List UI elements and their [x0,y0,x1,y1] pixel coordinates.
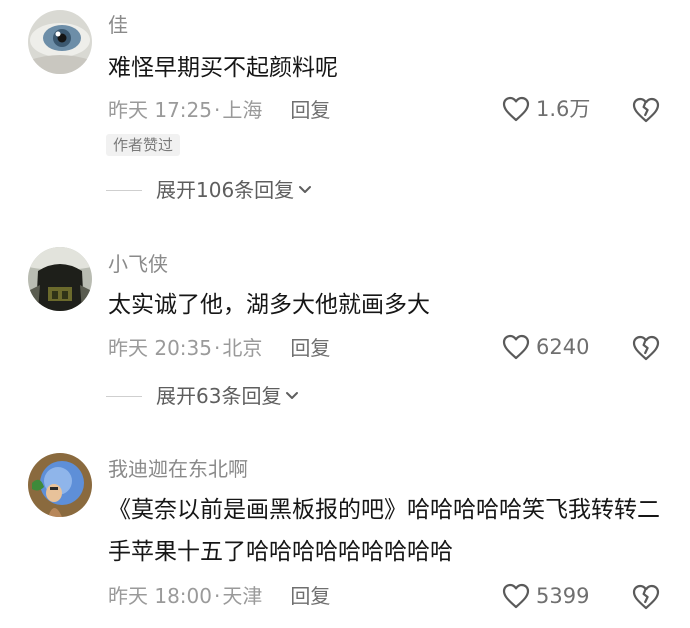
like-button[interactable]: 6240 [502,334,589,360]
dislike-button[interactable] [631,334,661,362]
heart-outline-icon [502,96,530,122]
location: 上海 [222,98,263,122]
comment-text: 《莫奈以前是画黑板报的吧》哈哈哈哈哈笑飞我转转二手苹果十五了哈哈哈哈哈哈哈哈哈 [108,497,660,565]
separator: · [214,98,221,122]
divider-line [106,395,142,397]
username[interactable]: 佳 [108,13,128,37]
author-liked-badge: 作者赞过 [106,134,181,156]
expand-replies-button[interactable]: 展开63条回复 [106,383,299,409]
separator: · [214,336,221,360]
like-count: 6240 [536,335,590,359]
avatar[interactable] [28,10,92,74]
location: 天津 [222,584,263,608]
dislike-button[interactable] [631,583,661,611]
timestamp: 昨天 17:25 [108,98,212,122]
comment-meta: 昨天 18:00 · 天津 回复 [108,583,330,609]
like-count: 5399 [536,584,590,608]
broken-heart-icon [632,97,660,123]
like-button[interactable]: 5399 [502,583,589,609]
heart-outline-icon [502,334,530,360]
comment-text: 难怪早期买不起颜料呢 [108,55,338,81]
expand-replies-button[interactable]: 展开106条回复 [106,177,312,203]
broken-heart-icon [632,584,660,610]
separator: · [214,584,221,608]
like-button[interactable]: 1.6万 [502,96,590,122]
comment-meta: 昨天 20:35 · 北京 回复 [108,335,330,361]
chevron-down-icon [286,392,299,399]
reply-button[interactable]: 回复 [290,97,330,123]
like-count: 1.6万 [536,97,591,121]
timestamp: 昨天 20:35 [108,336,212,360]
avatar[interactable] [28,453,92,517]
heart-outline-icon [502,583,530,609]
chevron-down-icon [299,186,312,193]
avatar[interactable] [28,247,92,311]
timestamp: 昨天 18:00 [108,584,212,608]
comment-meta: 昨天 17:25 · 上海 回复 [108,97,330,123]
divider-line [106,189,142,191]
comment-text: 太实诚了他，湖多大他就画多大 [108,292,430,318]
expand-replies-label: 展开63条回复 [156,384,282,408]
username[interactable]: 我迪迦在东北啊 [108,457,248,481]
location: 北京 [222,336,263,360]
expand-replies-label: 展开106条回复 [156,178,295,202]
broken-heart-icon [632,335,660,361]
username[interactable]: 小飞侠 [108,252,168,276]
dislike-button[interactable] [631,96,661,124]
reply-button[interactable]: 回复 [290,583,330,609]
reply-button[interactable]: 回复 [290,335,330,361]
